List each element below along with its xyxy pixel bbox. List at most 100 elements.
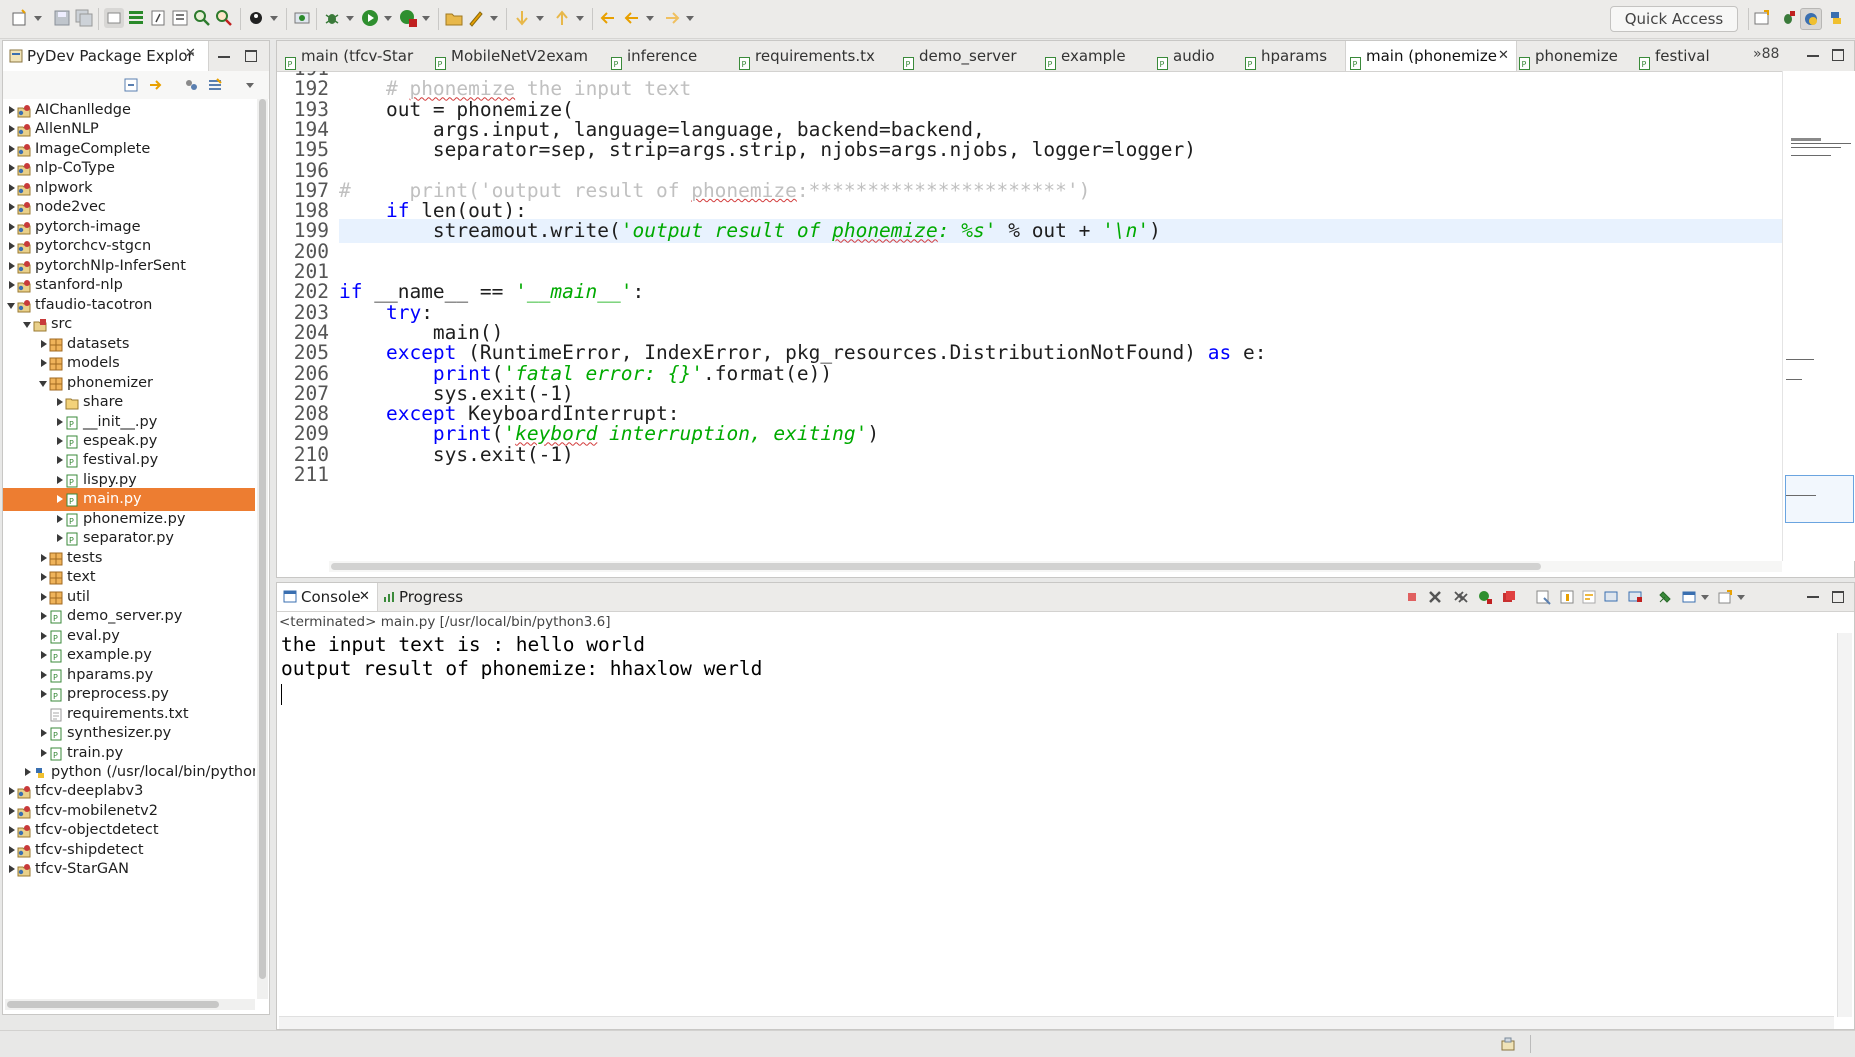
expand-arrow-icon[interactable]	[41, 592, 47, 601]
expand-arrow-icon[interactable]	[9, 144, 15, 153]
view-menu-icon[interactable]	[246, 83, 254, 88]
new-dropdown-icon[interactable]	[34, 16, 42, 21]
tab-console[interactable]: Console ✕	[277, 583, 378, 611]
expand-arrow-icon[interactable]	[57, 456, 63, 465]
filters-icon[interactable]	[207, 77, 223, 93]
expand-arrow-icon[interactable]	[57, 495, 63, 504]
expand-arrow-icon[interactable]	[9, 845, 15, 854]
more-tabs-indicator[interactable]: »88	[1753, 46, 1779, 62]
pydev-perspective-icon[interactable]	[1800, 8, 1822, 30]
console-output[interactable]: the input text is : hello world output r…	[281, 633, 1831, 983]
expand-arrow-icon[interactable]	[25, 767, 31, 776]
package-explorer-tab[interactable]: PyDev Package Explor ✕	[3, 41, 209, 71]
expand-arrow-icon[interactable]	[41, 612, 47, 621]
expand-arrow-icon[interactable]	[9, 261, 15, 270]
editor-tab[interactable]: Pphonemize	[1515, 41, 1635, 71]
explorer-horizontal-scrollbar[interactable]	[5, 999, 255, 1010]
expand-arrow-icon[interactable]	[41, 670, 47, 679]
expand-arrow-icon[interactable]	[57, 436, 63, 445]
display-console-icon[interactable]	[1681, 589, 1697, 605]
editor-tab[interactable]: Paudio	[1153, 41, 1241, 71]
forward-icon[interactable]	[662, 8, 682, 28]
editor-tab[interactable]: Pinference	[607, 41, 735, 71]
editor-tab[interactable]: Pfestival	[1635, 41, 1739, 71]
run-icon[interactable]	[360, 8, 380, 28]
clear-console-icon[interactable]	[1535, 589, 1551, 605]
scroll-lock-icon[interactable]	[1559, 589, 1575, 605]
expand-arrow-icon[interactable]	[57, 417, 63, 426]
expand-arrow-icon[interactable]	[41, 631, 47, 640]
tab-progress[interactable]: Progress	[381, 583, 471, 611]
collapse-arrow-icon[interactable]	[7, 302, 15, 309]
stop-icon[interactable]	[1501, 589, 1517, 605]
task-icon[interactable]	[170, 8, 190, 28]
background-tasks-icon[interactable]	[1500, 1036, 1516, 1052]
expand-arrow-icon[interactable]	[57, 475, 63, 484]
relaunch-icon[interactable]	[1477, 589, 1493, 605]
expand-arrow-icon[interactable]	[9, 203, 15, 212]
editor-maximize-icon[interactable]	[1832, 49, 1844, 61]
console-horizontal-scrollbar[interactable]	[279, 1016, 1834, 1029]
code-area[interactable]: 191192 # phonemize the input text193 out…	[277, 71, 1782, 561]
editor-tab[interactable]: Prequirements.tx	[735, 41, 899, 71]
editor-horizontal-scrollbar[interactable]	[329, 561, 1782, 572]
expand-arrow-icon[interactable]	[57, 534, 63, 543]
debug-dropdown-icon[interactable]	[346, 16, 354, 21]
overview-viewport[interactable]	[1785, 475, 1854, 523]
search-icon[interactable]	[192, 8, 212, 28]
coverage-icon[interactable]	[398, 8, 418, 28]
expand-arrow-icon[interactable]	[9, 222, 15, 231]
editor-tab[interactable]: Pexample	[1041, 41, 1153, 71]
run-dropdown-icon[interactable]	[384, 16, 392, 21]
expand-arrow-icon[interactable]	[41, 651, 47, 660]
display-console-dropdown-icon[interactable]	[1701, 595, 1709, 600]
expand-arrow-icon[interactable]	[57, 514, 63, 523]
explorer-vertical-scrollbar[interactable]	[257, 99, 268, 999]
debug-icon[interactable]	[322, 8, 342, 28]
quick-access-field[interactable]: Quick Access	[1610, 6, 1738, 32]
expand-arrow-icon[interactable]	[9, 826, 15, 835]
tree-item[interactable]: tfcv-StarGAN	[3, 858, 255, 881]
coverage-dropdown-icon[interactable]	[422, 16, 430, 21]
previous-annotation-dropdown-icon[interactable]	[576, 16, 584, 21]
save-all-icon[interactable]	[74, 8, 94, 28]
expand-arrow-icon[interactable]	[9, 106, 15, 114]
editor-tab[interactable]: Pmain (phonemize ✕	[1345, 41, 1517, 71]
back-dropdown-icon[interactable]	[646, 16, 654, 21]
pen-dropdown-icon[interactable]	[490, 16, 498, 21]
run-external-icon[interactable]	[246, 8, 266, 28]
terminate-icon[interactable]	[1404, 589, 1420, 605]
word-wrap-icon[interactable]	[1581, 589, 1597, 605]
close-icon[interactable]: ✕	[185, 46, 196, 61]
editor-tab[interactable]: Phparams	[1241, 41, 1345, 71]
expand-arrow-icon[interactable]	[41, 690, 47, 699]
collapse-arrow-icon[interactable]	[39, 380, 47, 387]
expand-arrow-icon[interactable]	[9, 242, 15, 251]
expand-arrow-icon[interactable]	[9, 865, 15, 874]
show-on-output-icon[interactable]	[1603, 589, 1619, 605]
expand-arrow-icon[interactable]	[9, 125, 15, 134]
editor-minimize-icon[interactable]	[1807, 55, 1819, 57]
open-type-icon[interactable]	[148, 8, 168, 28]
maximize-icon[interactable]	[245, 50, 257, 62]
pin-console-icon[interactable]	[1657, 589, 1673, 605]
overview-ruler[interactable]	[1782, 71, 1855, 561]
focus-icon[interactable]	[183, 77, 199, 93]
next-annotation-icon[interactable]	[512, 8, 532, 28]
editor-tab[interactable]: P MobileNetV2exam	[431, 41, 607, 71]
minimize-icon[interactable]	[218, 56, 230, 58]
python-perspective-icon[interactable]	[1826, 8, 1846, 28]
outline-icon[interactable]	[126, 8, 146, 28]
remote-debug-icon[interactable]	[292, 8, 312, 28]
console-vertical-scrollbar[interactable]	[1837, 633, 1852, 1017]
open-perspective-icon[interactable]	[1752, 8, 1772, 28]
remove-all-terminated-icon[interactable]	[1453, 589, 1469, 605]
back-icon[interactable]	[622, 8, 642, 28]
previous-annotation-icon[interactable]	[552, 8, 572, 28]
toggle-mark-icon[interactable]	[104, 8, 124, 28]
close-icon[interactable]: ✕	[1498, 41, 1509, 71]
expand-arrow-icon[interactable]	[41, 748, 47, 757]
next-annotation-dropdown-icon[interactable]	[536, 16, 544, 21]
debug-perspective-icon[interactable]	[1778, 8, 1798, 28]
expand-arrow-icon[interactable]	[41, 573, 47, 582]
